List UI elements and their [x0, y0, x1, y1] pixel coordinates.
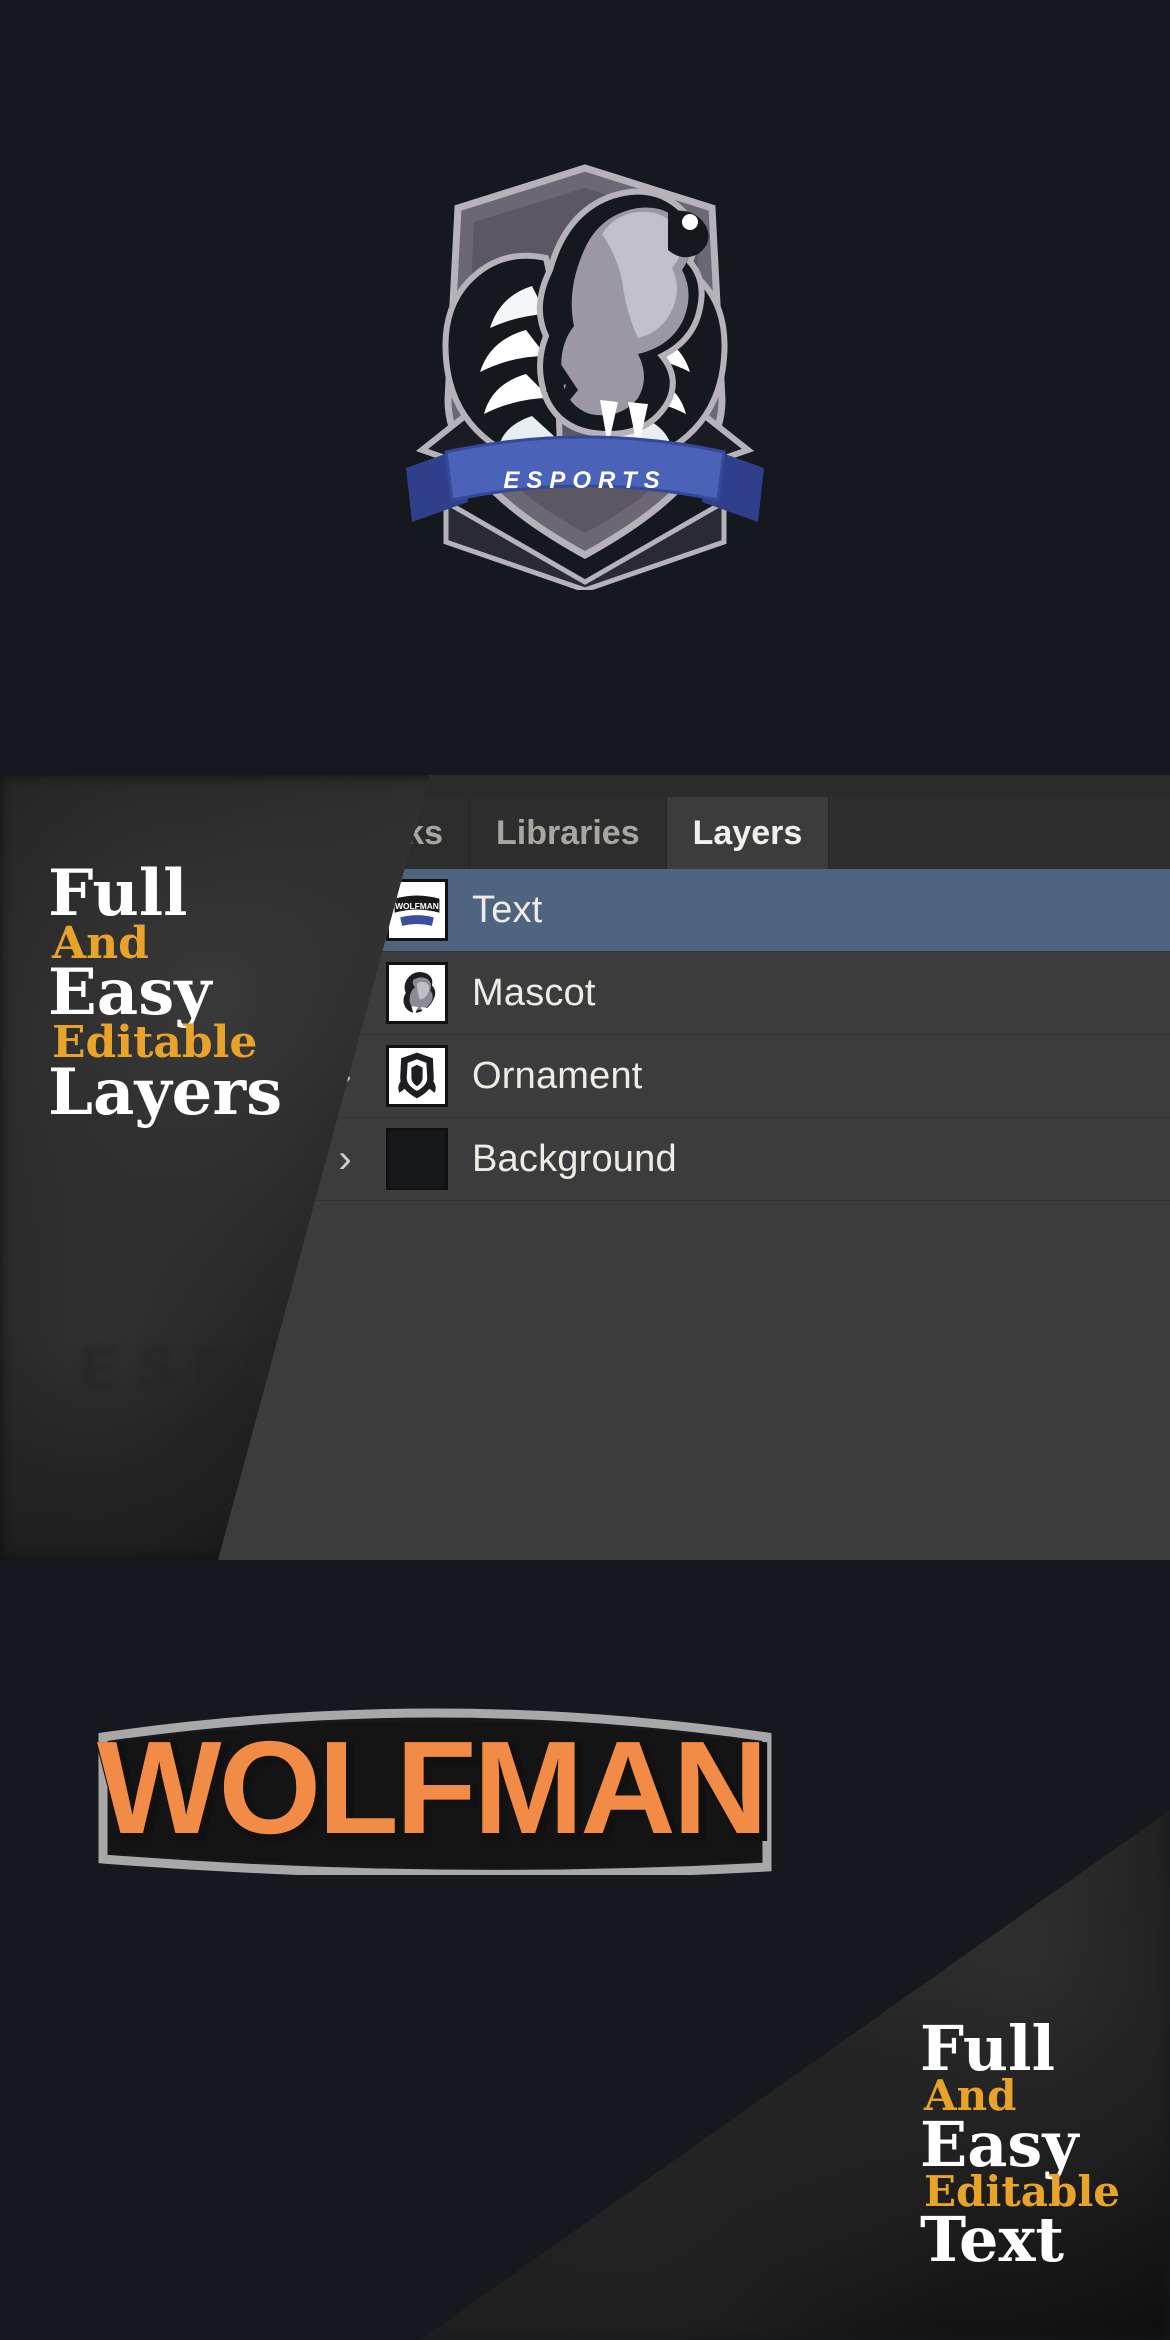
layer-thumbnail-mascot [386, 962, 448, 1024]
headline-line-full: Full [48, 856, 188, 931]
layer-label-background: Background [472, 1137, 677, 1180]
tab-layers-label: Layers [692, 813, 803, 852]
layer-thumbnail-background [386, 1128, 448, 1190]
headline2-line-easy: Easy [920, 2107, 1079, 2181]
tab-libraries-label: Libraries [496, 813, 640, 852]
headline-line-easy: Easy [48, 955, 212, 1031]
layer-thumbnail-ornament [386, 1045, 448, 1107]
headline2-line-full: Full [920, 2012, 1056, 2085]
esports-logo: ESPORTS [350, 150, 820, 590]
chevron-right-icon-background[interactable]: › [328, 1139, 362, 1179]
wordmark-text: WOLFMAN [97, 1714, 765, 1861]
layer-label-text: Text [472, 888, 543, 931]
headline2-line-text: Text [920, 2203, 1065, 2277]
esports-banner-text: ESPORTS [503, 467, 666, 494]
layers-headline: Full And Easy Editable Layers [48, 856, 283, 1130]
tab-libraries[interactable]: Libraries [470, 797, 667, 869]
layer-label-mascot: Mascot [472, 971, 596, 1014]
layer-label-ornament: Ornament [472, 1054, 643, 1097]
headline-line-layers: Layers [48, 1054, 283, 1130]
promo-page: ESPORTS ESPORTS nks Libraries Layers [0, 0, 1170, 2340]
svg-text:WOLFMAN: WOLFMAN [395, 901, 439, 911]
wordmark-headline: Full And Easy Editable Text [920, 2012, 1120, 2277]
layers-section: ESPORTS nks Libraries Layers [0, 775, 1170, 1560]
wordmark-section: WOLFMAN WOLFMAN Full And Easy Editable T… [0, 1560, 1170, 2340]
tab-layers[interactable]: Layers [666, 797, 830, 869]
hero-section: ESPORTS [0, 0, 1170, 775]
wolfman-wordmark: WOLFMAN WOLFMAN [95, 1685, 775, 1875]
